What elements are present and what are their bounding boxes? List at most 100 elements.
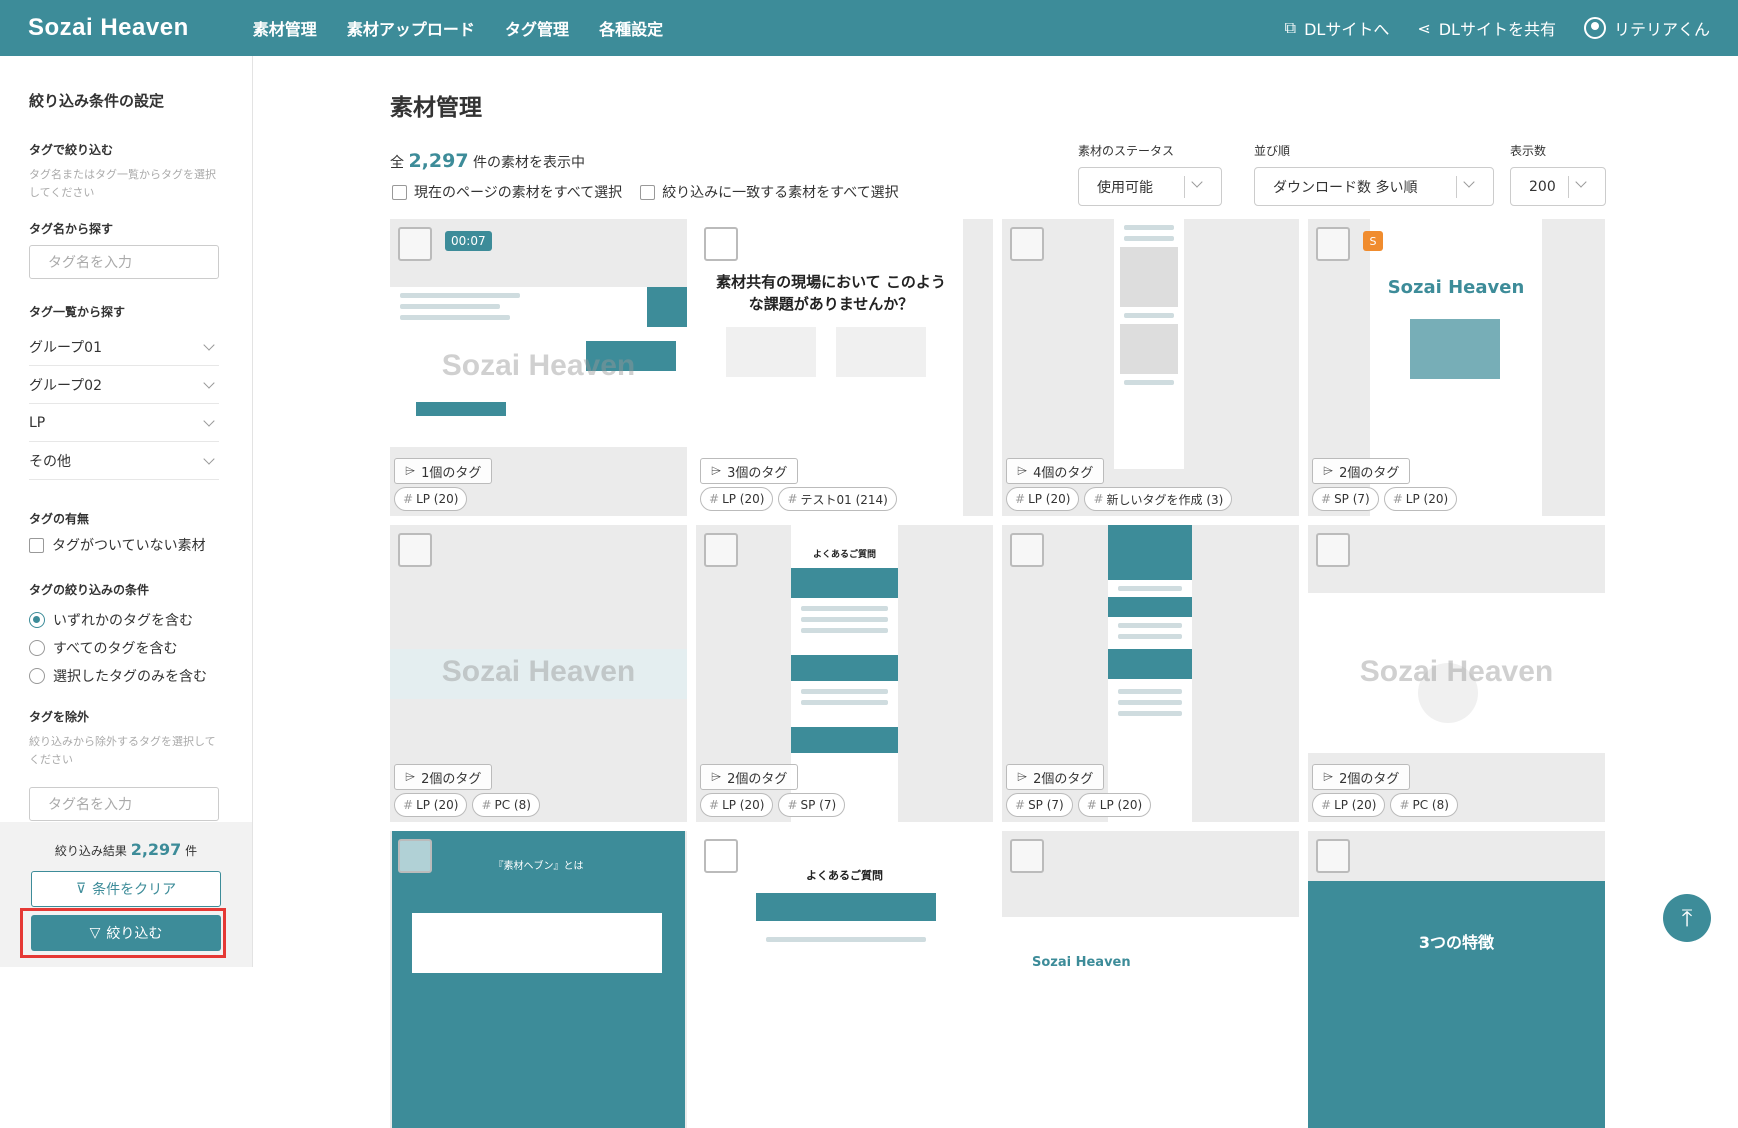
radio-icon [29, 668, 45, 684]
card-checkbox[interactable] [704, 533, 738, 567]
radio-icon [29, 640, 45, 656]
user-menu[interactable]: リテリアくん [1583, 16, 1710, 40]
tag-count-button[interactable]: ⌲ 2個のタグ [1006, 764, 1105, 790]
tag-chip[interactable]: # LP (20) [394, 487, 468, 511]
card-checkbox[interactable] [704, 839, 738, 873]
condition-only-radio[interactable]: 選択したタグのみを含む [29, 662, 223, 690]
material-card[interactable]: ⌲ 4個のタグ # LP (20) # 新しいタグを作成 (3) [1002, 219, 1299, 516]
card-checkbox[interactable] [1010, 227, 1044, 261]
tag-chip[interactable]: # テスト01 (214) [778, 487, 897, 511]
has-tag-heading: タグの有無 [29, 512, 90, 526]
share-dl-site-link[interactable]: ⋖ DLサイトを共有 [1417, 16, 1556, 40]
tag-count-button[interactable]: ⌲ 3個のタグ [700, 458, 799, 484]
clear-filter-button[interactable]: ⊽ 条件をクリア [31, 871, 221, 907]
user-icon [1583, 17, 1606, 39]
nav-upload[interactable]: 素材アップロード [347, 20, 475, 39]
checkbox-icon [392, 184, 407, 200]
card-checkbox[interactable] [398, 227, 432, 261]
tag-icon: ⌲ [711, 463, 722, 479]
main-content: 素材管理 全 2,297 件の素材を表示中 現在のページの素材をすべて選択 絞り… [390, 56, 1610, 1128]
tag-count-button[interactable]: ⌲ 2個のタグ [700, 764, 799, 790]
filter-icon: ▽ [89, 925, 101, 941]
tag-count-button[interactable]: ⌲ 2個のタグ [1312, 458, 1411, 484]
material-card[interactable]: Sozai Heaven ⌲ 2個のタグ # LP (20) # PC (8) [1308, 525, 1605, 822]
sort-select[interactable]: ダウンロード数 多い順 [1254, 167, 1494, 206]
exclude-tag-input[interactable]: タグ名を入力 [29, 787, 219, 821]
tag-chip[interactable]: # PC (8) [1390, 793, 1458, 817]
tag-chip[interactable]: # PC (8) [472, 793, 540, 817]
material-card[interactable]: Sozai Heaven ⌲ 2個のタグ # LP (20) # PC (8) [390, 525, 687, 822]
tag-chip[interactable]: # SP (7) [1006, 793, 1073, 817]
material-card[interactable]: Sozai Heaven 00:07 ⌲ 1個のタグ # LP (20) [390, 219, 687, 516]
material-card[interactable]: よくあるご質問 ⌲ 2個のタグ # LP (20) # SP (7) [696, 525, 993, 822]
tag-filter-heading: タグで絞り込む [29, 143, 114, 157]
external-link-icon: ⧉ [1284, 18, 1297, 37]
tag-name-input[interactable]: タグ名を入力 [29, 245, 219, 279]
nav-settings[interactable]: 各種設定 [599, 20, 663, 39]
tag-chip[interactable]: # SP (7) [778, 793, 846, 817]
group-item-01[interactable]: グループ01 [29, 328, 219, 366]
tag-chip[interactable]: # LP (20) [394, 793, 468, 817]
exclude-note: 絞り込みから除外するタグを選択してください [29, 735, 216, 766]
material-thumbnail: 3つの特徴 [1308, 881, 1605, 1128]
share-icon: ⋖ [1417, 18, 1431, 38]
chevron-down-icon [203, 414, 215, 427]
material-thumbnail [1108, 525, 1192, 822]
tag-chip[interactable]: # SP (7) [1312, 487, 1379, 511]
card-checkbox[interactable] [1010, 533, 1044, 567]
tag-chip[interactable]: # LP (20) [1383, 487, 1458, 511]
condition-all-radio[interactable]: すべてのタグを含む [29, 634, 223, 662]
tag-count-button[interactable]: ⌲ 2個のタグ [394, 764, 493, 790]
brand-logo[interactable]: Sozai Heaven [28, 14, 189, 42]
filter-sidebar: 絞り込み条件の設定 タグで絞り込む タグ名またはタグ一覧からタグを選択してくださ… [0, 56, 253, 967]
select-all-checkbox[interactable]: 絞り込みに一致する素材をすべて選択 [640, 182, 899, 202]
tag-chip[interactable]: # LP (20) [1077, 793, 1152, 817]
nav-materials[interactable]: 素材管理 [253, 20, 317, 39]
card-checkbox[interactable] [1316, 533, 1350, 567]
group-item-lp[interactable]: LP [29, 404, 219, 442]
radio-selected-icon [29, 612, 45, 628]
status-select[interactable]: 使用可能 [1078, 167, 1222, 206]
tag-icon: ⌲ [1017, 463, 1028, 479]
card-checkbox[interactable] [704, 227, 738, 261]
card-checkbox[interactable] [398, 839, 432, 873]
tag-chip[interactable]: # LP (20) [1006, 487, 1080, 511]
nav-tags[interactable]: タグ管理 [505, 20, 569, 39]
tag-chip[interactable]: # LP (20) [1312, 793, 1386, 817]
result-summary: 絞り込み結果 2,297 件 [54, 840, 198, 859]
tag-count-button[interactable]: ⌲ 1個のタグ [394, 458, 493, 484]
card-checkbox[interactable] [398, 533, 432, 567]
material-card[interactable]: よくあるご質問 [696, 831, 993, 1128]
material-card[interactable]: 『素材ヘブン』とは [390, 831, 687, 1128]
tag-count-button[interactable]: ⌲ 2個のタグ [1312, 764, 1411, 790]
apply-filter-button[interactable]: ▽ 絞り込む [31, 915, 221, 951]
no-tag-checkbox[interactable]: タグがついていない素材 [29, 535, 223, 555]
search-by-name-heading: タグ名から探す [29, 222, 114, 236]
tag-chip[interactable]: # LP (20) [700, 487, 774, 511]
condition-any-radio[interactable]: いずれかのタグを含む [29, 606, 223, 634]
tag-icon: ⌲ [1323, 463, 1334, 479]
material-card[interactable]: ⌲ 2個のタグ # SP (7) # LP (20) [1002, 525, 1299, 822]
watermark: Sozai Heaven [441, 655, 636, 688]
group-item-other[interactable]: その他 [29, 442, 219, 480]
select-page-checkbox[interactable]: 現在のページの素材をすべて選択 [392, 182, 622, 202]
tag-icon: ⌲ [1017, 769, 1028, 785]
material-thumbnail: よくあるご質問 [696, 831, 993, 1128]
material-card[interactable]: 素材共有の現場において このような課題がありませんか？ ⌲ 3個のタグ # LP (… [696, 219, 993, 516]
material-card[interactable]: Sozai Heaven S ⌲ 2個のタグ # SP (7) # LP (20) [1308, 219, 1605, 516]
card-checkbox[interactable] [1316, 227, 1350, 261]
per-page-select[interactable]: 200 [1510, 167, 1606, 206]
dl-site-link[interactable]: ⧉ DLサイトへ [1285, 16, 1390, 40]
material-card[interactable]: Sozai Heaven [1002, 831, 1299, 1128]
material-card[interactable]: 3つの特徴 [1308, 831, 1605, 1128]
card-checkbox[interactable] [1316, 839, 1350, 873]
chevron-down-icon [203, 338, 215, 351]
tag-chip[interactable]: # 新しいタグを作成 (3) [1084, 487, 1233, 511]
group-item-02[interactable]: グループ02 [29, 366, 219, 404]
main-nav: 素材管理 素材アップロード タグ管理 各種設定 [253, 16, 688, 40]
tag-filter-note: タグ名またはタグ一覧からタグを選択してください [29, 168, 216, 199]
card-checkbox[interactable] [1010, 839, 1044, 873]
tag-chip[interactable]: # LP (20) [700, 793, 774, 817]
scroll-to-top-button[interactable]: ⤒ [1663, 894, 1711, 942]
tag-count-button[interactable]: ⌲ 4個のタグ [1006, 458, 1105, 484]
